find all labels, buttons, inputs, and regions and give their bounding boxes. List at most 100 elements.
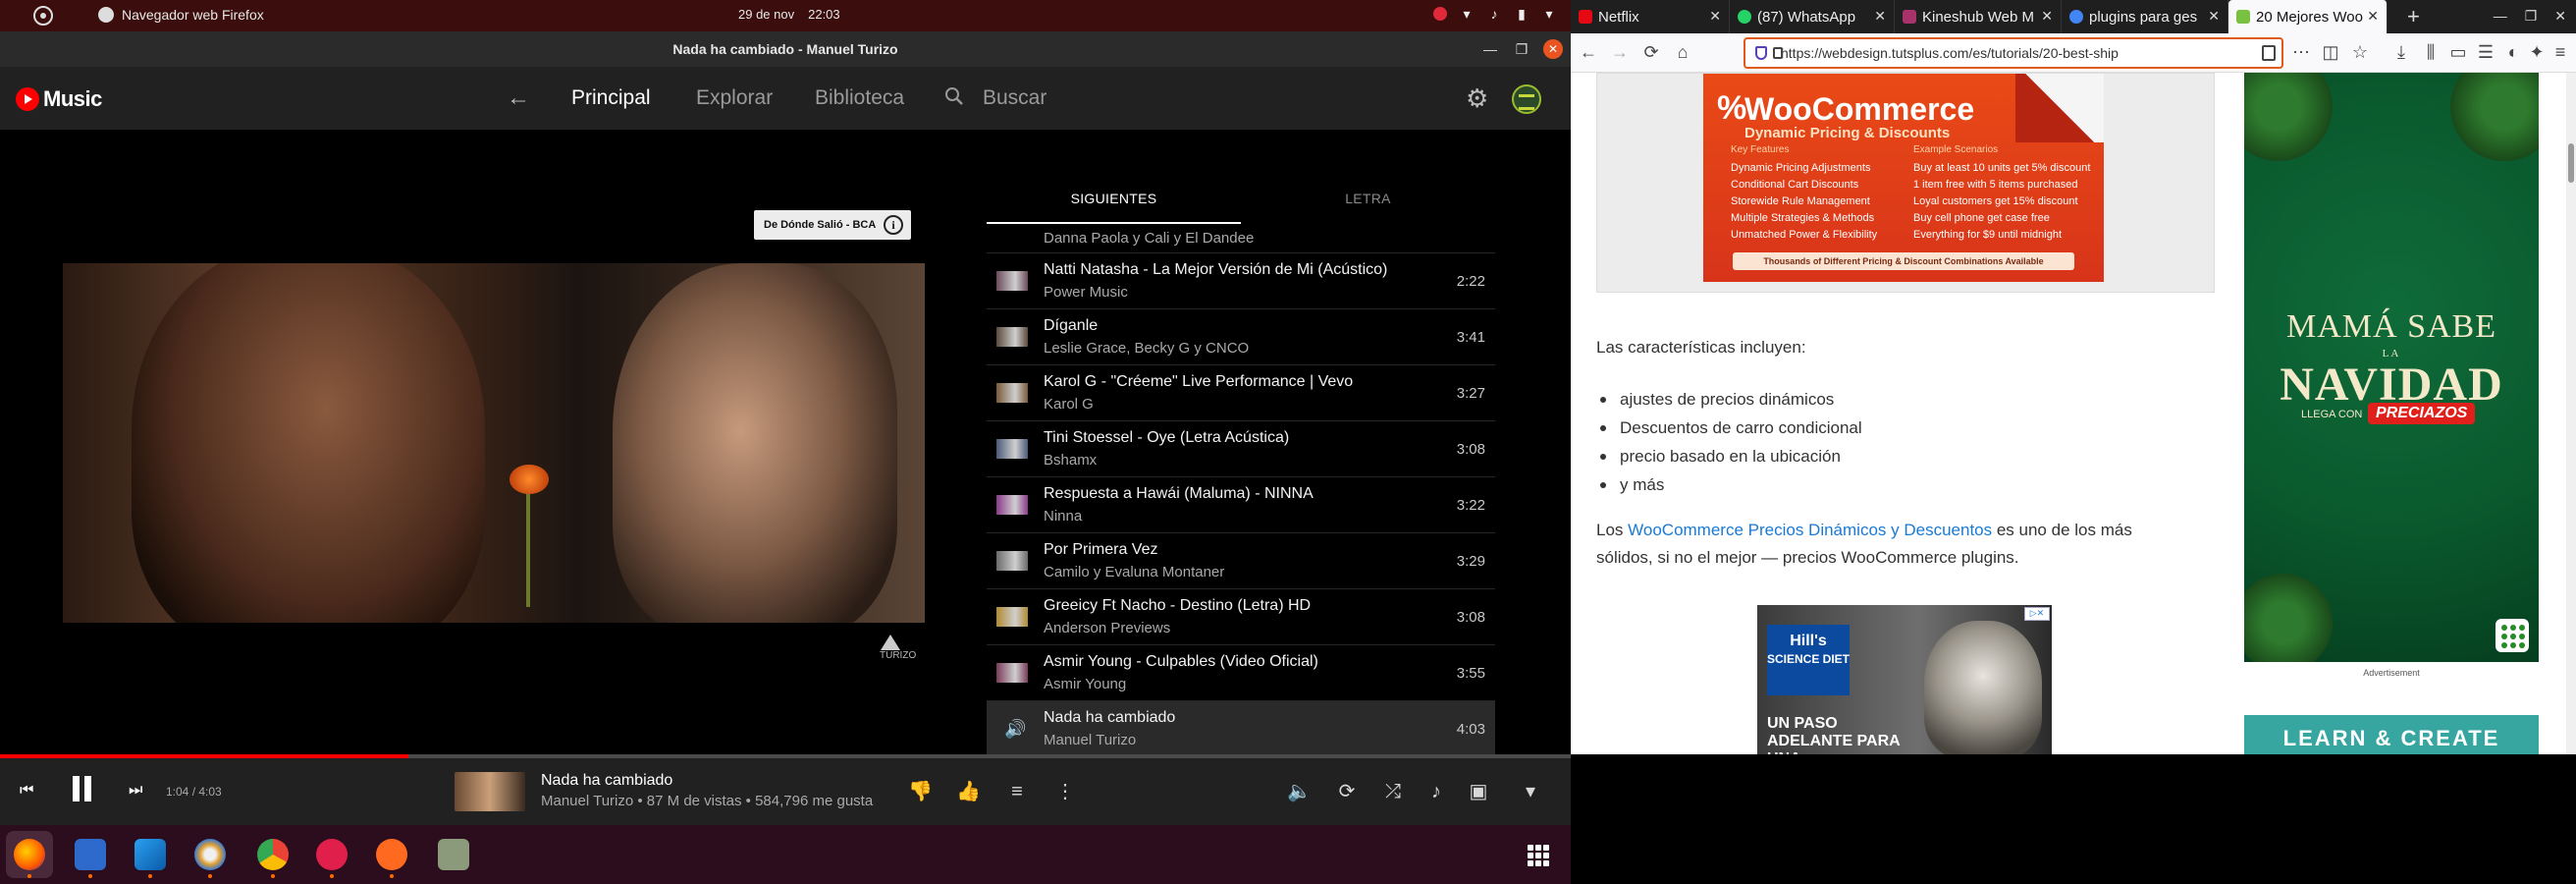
chrome-dock-icon[interactable] bbox=[257, 839, 289, 878]
firefox-dock-icon[interactable] bbox=[14, 839, 45, 878]
queue-row[interactable]: Natti Natasha - La Mejor Versión de Mi (… bbox=[987, 253, 1495, 309]
more-options-icon[interactable]: ⋮ bbox=[1053, 780, 1077, 803]
close-tab-icon[interactable]: ✕ bbox=[1874, 8, 1886, 25]
tab-whatsapp[interactable]: (87) WhatsApp ✕ bbox=[1730, 0, 1895, 33]
extension2-icon[interactable]: ◐ bbox=[2503, 42, 2523, 62]
queue-row[interactable]: Díganle Leslie Grace, Becky G y CNCO 3:4… bbox=[987, 309, 1495, 365]
new-tab-icon[interactable]: + bbox=[2407, 4, 2420, 29]
queue-row[interactable]: Danna Paola y Cali y El Dandee bbox=[987, 224, 1495, 253]
reader-view-icon[interactable] bbox=[2262, 45, 2276, 61]
nav-library[interactable]: Biblioteca bbox=[815, 86, 904, 110]
advertisement-label: Advertisement bbox=[2363, 668, 2420, 678]
extensions-puzzle-icon[interactable]: ✦ bbox=[2527, 42, 2547, 62]
woocommerce-ad[interactable]: % WooCommerce Dynamic Pricing & Discount… bbox=[1703, 74, 2104, 282]
nav-search[interactable]: Buscar bbox=[983, 86, 1046, 110]
show-apps-icon[interactable] bbox=[1528, 845, 1549, 866]
tab-kineshub[interactable]: Kineshub Web M ✕ bbox=[1895, 0, 2062, 33]
back-arrow-icon[interactable]: ← bbox=[507, 84, 530, 112]
page-scrollbar[interactable] bbox=[2566, 73, 2576, 754]
youtube-music-dock-icon[interactable] bbox=[316, 839, 348, 878]
focused-app-menu[interactable]: Navegador web Firefox bbox=[98, 7, 264, 23]
settings-gear-icon[interactable]: ⚙ bbox=[1466, 85, 1491, 111]
add-to-playlist-icon[interactable]: ≡ bbox=[1005, 780, 1029, 803]
avatar[interactable] bbox=[1512, 84, 1541, 114]
settings-dock-icon[interactable] bbox=[194, 839, 226, 878]
tab-netflix[interactable]: Netflix ✕ bbox=[1571, 0, 1730, 33]
tab-up-next[interactable]: SIGUIENTES bbox=[987, 181, 1241, 224]
library-icon[interactable]: ⫼ bbox=[2421, 42, 2441, 62]
nav-home[interactable]: Principal bbox=[571, 86, 651, 110]
close-tab-icon[interactable]: ✕ bbox=[1709, 8, 1721, 25]
woocommerce-ad-frame[interactable]: % WooCommerce Dynamic Pricing & Discount… bbox=[1596, 73, 2215, 293]
expand-player-icon[interactable]: ▾ bbox=[1519, 780, 1542, 803]
activities-icon[interactable] bbox=[33, 6, 53, 26]
music-note-icon[interactable]: ♪ bbox=[1424, 780, 1448, 803]
lock-icon[interactable] bbox=[1773, 47, 1783, 59]
queue-row[interactable]: Karol G - "Créeme" Live Performance | Ve… bbox=[987, 365, 1495, 421]
tutsplus-favicon-icon bbox=[2236, 10, 2250, 24]
now-playing-title[interactable]: Nada ha cambiado bbox=[541, 772, 672, 790]
close-tab-icon[interactable]: ✕ bbox=[2367, 8, 2379, 25]
miniplayer-icon[interactable]: ▣ bbox=[1467, 780, 1490, 803]
files-dock-icon[interactable] bbox=[75, 839, 106, 878]
volume-control-icon[interactable]: 🔈 bbox=[1287, 780, 1312, 803]
tab-woocommerce-active[interactable]: 20 Mejores Woo ✕ bbox=[2228, 0, 2388, 33]
downloads-icon[interactable]: ⤓ bbox=[2391, 42, 2411, 62]
extension-icon[interactable]: ☰ bbox=[2476, 42, 2496, 62]
close-tab-icon[interactable]: ✕ bbox=[2041, 8, 2053, 25]
forward-icon[interactable]: → bbox=[1610, 42, 1630, 62]
home-icon[interactable]: ⌂ bbox=[1673, 42, 1692, 62]
back-icon[interactable]: ← bbox=[1579, 42, 1598, 62]
clock[interactable]: 29 de nov 22:03 bbox=[738, 7, 840, 22]
now-playing-thumbnail[interactable] bbox=[455, 772, 525, 811]
christmas-side-ad[interactable]: MAMÁ SABE LA NAVIDAD LLEGA CON PRECIAZOS bbox=[2244, 73, 2539, 662]
pause-icon[interactable] bbox=[69, 776, 94, 803]
url-bar[interactable]: https://webdesign.tutsplus.com/es/tutori… bbox=[1744, 37, 2283, 69]
previous-track-icon[interactable]: ⏮ bbox=[20, 782, 33, 800]
tab-plugins[interactable]: plugins para ges ✕ bbox=[2062, 0, 2228, 33]
sidebar-icon[interactable]: ▭ bbox=[2448, 42, 2468, 62]
tab-lyrics[interactable]: LETRA bbox=[1241, 181, 1495, 224]
app-menu-icon[interactable]: ≡ bbox=[2550, 42, 2570, 62]
bookmark-star-icon[interactable]: ☆ bbox=[2350, 42, 2370, 62]
vscode-dock-icon[interactable] bbox=[134, 839, 166, 878]
reload-icon[interactable]: ⟳ bbox=[1641, 42, 1661, 62]
tracking-shield-icon[interactable] bbox=[1755, 46, 1767, 60]
shuffle-icon[interactable]: ⤮ bbox=[1381, 780, 1405, 803]
firefox-close-icon[interactable]: ✕ bbox=[2554, 8, 2566, 25]
app-dock-icon[interactable] bbox=[438, 839, 469, 870]
info-card[interactable]: De Dónde Salió - BCA i bbox=[754, 210, 911, 240]
repeat-icon[interactable]: ⟳ bbox=[1335, 780, 1359, 803]
search-icon[interactable] bbox=[944, 86, 964, 106]
minimize-icon[interactable]: — bbox=[1480, 39, 1500, 59]
pocket-icon[interactable]: ◫ bbox=[2321, 42, 2340, 62]
queue-row[interactable]: Greeicy Ft Nacho - Destino (Letra) HD An… bbox=[987, 589, 1495, 645]
woocommerce-plugin-link[interactable]: WooCommerce Precios Dinámicos y Descuent… bbox=[1628, 521, 1992, 539]
nav-explore[interactable]: Explorar bbox=[696, 86, 773, 110]
thumbs-up-icon[interactable]: 👍 bbox=[956, 780, 981, 803]
system-tray[interactable]: ▾ ♪ ▮ ▾ bbox=[1433, 6, 1557, 22]
close-icon[interactable]: ✕ bbox=[1543, 39, 1563, 59]
learn-create-button[interactable]: LEARN & CREATE bbox=[2244, 715, 2539, 754]
maximize-icon[interactable]: ❐ bbox=[1512, 39, 1531, 59]
clock-time: 22:03 bbox=[808, 7, 840, 22]
next-track-icon[interactable]: ⏭ bbox=[129, 782, 142, 800]
queue-row[interactable]: Respuesta a Hawái (Maluma) - NINNA Ninna… bbox=[987, 477, 1495, 533]
close-tab-icon[interactable]: ✕ bbox=[2208, 8, 2220, 25]
queue-row[interactable]: Tini Stoessel - Oye (Letra Acústica) Bsh… bbox=[987, 421, 1495, 477]
firefox-minimize-icon[interactable]: — bbox=[2494, 8, 2507, 25]
adchoices-icon[interactable]: ▷✕ bbox=[2024, 607, 2050, 621]
now-playing-meta[interactable]: Manuel Turizo • 87 M de vistas • 584,796… bbox=[541, 793, 873, 809]
firefox-restore-icon[interactable]: ❐ bbox=[2525, 8, 2538, 25]
ytmusic-logo[interactable]: Music bbox=[16, 86, 102, 112]
queue-row[interactable]: Asmir Young - Culpables (Video Oficial) … bbox=[987, 645, 1495, 701]
thumbs-down-icon[interactable]: 👎 bbox=[908, 780, 933, 803]
postman-dock-icon[interactable] bbox=[376, 839, 407, 878]
video-player[interactable] bbox=[63, 263, 925, 623]
queue-row-now-playing[interactable]: 🔊 Nada ha cambiado Manuel Turizo 4:03 bbox=[987, 701, 1495, 754]
info-icon[interactable]: i bbox=[884, 215, 903, 235]
page-actions-icon[interactable]: ⋯ bbox=[2291, 42, 2311, 62]
hills-ad[interactable]: ▷✕ Hill's SCIENCE DIET UN PASO ADELANTE … bbox=[1757, 605, 2052, 754]
ad-menu-icon[interactable] bbox=[2496, 619, 2529, 652]
queue-row[interactable]: Por Primera Vez Camilo y Evaluna Montane… bbox=[987, 533, 1495, 589]
